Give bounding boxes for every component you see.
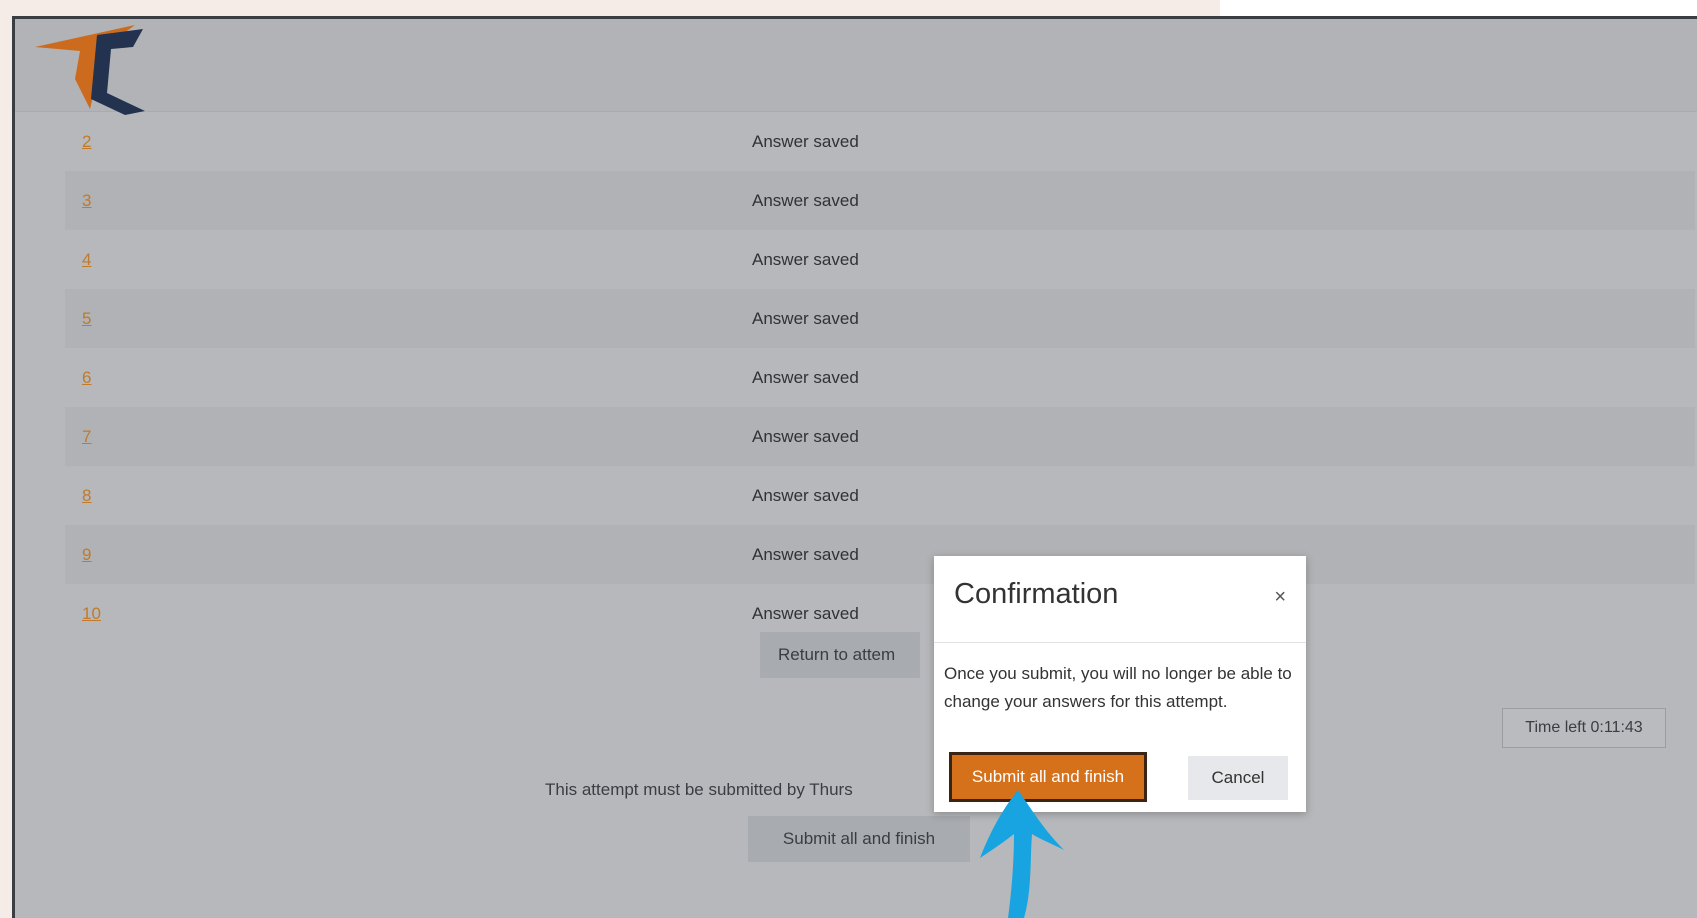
question-link[interactable]: 3 bbox=[82, 191, 91, 211]
return-to-attempt-button[interactable]: Return to attem bbox=[760, 632, 920, 678]
cancel-button[interactable]: Cancel bbox=[1188, 756, 1288, 800]
table-row: 5 Answer saved bbox=[65, 289, 1695, 348]
question-status: Answer saved bbox=[752, 426, 859, 446]
question-link[interactable]: 4 bbox=[82, 250, 91, 270]
question-status: Answer saved bbox=[752, 544, 859, 564]
question-status: Answer saved bbox=[752, 308, 859, 328]
table-row: 7 Answer saved bbox=[65, 407, 1695, 466]
question-link[interactable]: 7 bbox=[82, 427, 91, 447]
question-status: Answer saved bbox=[752, 131, 859, 151]
question-link[interactable]: 8 bbox=[82, 486, 91, 506]
table-row: 3 Answer saved bbox=[65, 171, 1695, 230]
question-link[interactable]: 6 bbox=[82, 368, 91, 388]
question-status: Answer saved bbox=[752, 190, 859, 210]
deadline-text: This attempt must be submitted by Thurs bbox=[545, 780, 853, 799]
dialog-message: Once you submit, you will no longer be a… bbox=[944, 664, 1292, 711]
question-link[interactable]: 9 bbox=[82, 545, 91, 565]
question-link[interactable]: 2 bbox=[82, 132, 91, 152]
close-icon[interactable]: × bbox=[1274, 586, 1286, 609]
dialog-header: Confirmation × bbox=[934, 556, 1306, 643]
question-link[interactable]: 10 bbox=[82, 604, 101, 624]
question-status-list: 2 Answer saved 3 Answer saved 4 Answer s… bbox=[65, 112, 1695, 643]
question-link[interactable]: 5 bbox=[82, 309, 91, 329]
table-row: 9 Answer saved bbox=[65, 525, 1695, 584]
question-status: Answer saved bbox=[752, 367, 859, 387]
confirmation-dialog: Confirmation × Once you submit, you will… bbox=[934, 556, 1306, 812]
question-status: Answer saved bbox=[752, 603, 859, 623]
pointer-arrow-icon bbox=[980, 790, 1064, 918]
table-row: 4 Answer saved bbox=[65, 230, 1695, 289]
submit-all-and-finish-button[interactable]: Submit all and finish bbox=[748, 816, 970, 862]
table-row: 8 Answer saved bbox=[65, 466, 1695, 525]
table-row: 2 Answer saved bbox=[65, 112, 1695, 171]
question-status: Answer saved bbox=[752, 485, 859, 505]
header-bar bbox=[15, 19, 1697, 115]
table-row: 6 Answer saved bbox=[65, 348, 1695, 407]
time-left-badge: Time left 0:11:43 bbox=[1502, 708, 1666, 748]
site-logo-icon bbox=[35, 25, 145, 115]
question-status: Answer saved bbox=[752, 249, 859, 269]
dialog-title: Confirmation bbox=[954, 578, 1119, 610]
